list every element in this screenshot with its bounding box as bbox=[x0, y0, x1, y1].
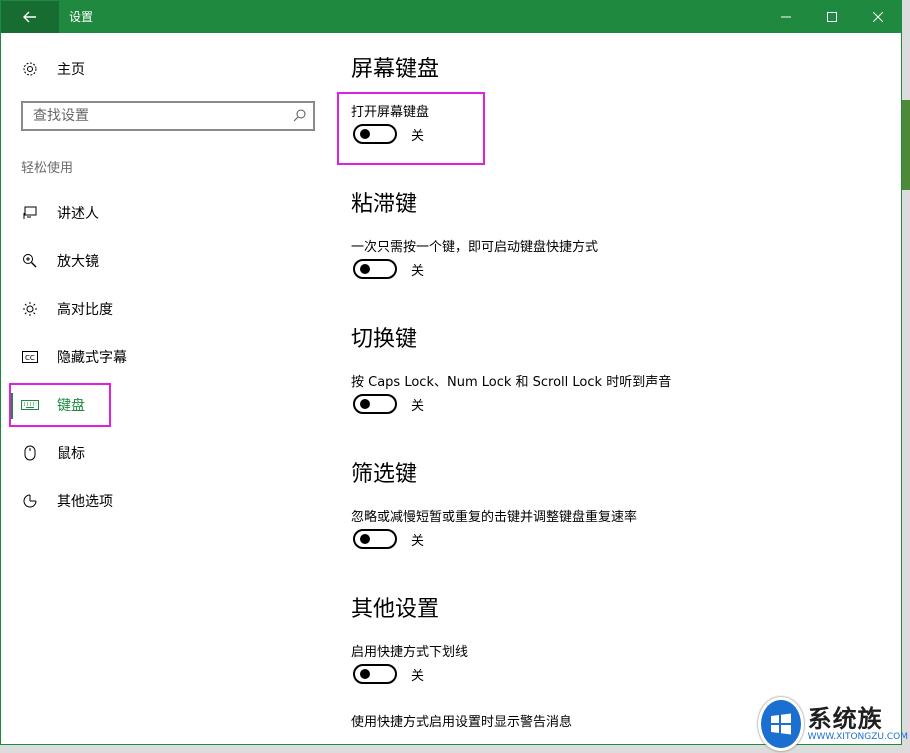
minimize-button[interactable] bbox=[763, 1, 809, 33]
sidebar-item-label: 隐藏式字幕 bbox=[57, 350, 127, 366]
group-desc: 忽略或减慢短暂或重复的击键并调整键盘重复速率 bbox=[351, 510, 638, 525]
toggle-knob bbox=[360, 669, 370, 679]
group-title: 筛选键 bbox=[351, 462, 418, 487]
shortcut-underline-toggle[interactable] bbox=[353, 664, 397, 684]
nav-home[interactable]: 主页 bbox=[21, 57, 85, 81]
gear-icon bbox=[21, 60, 39, 78]
sidebar-item-high-contrast[interactable]: 高对比度 bbox=[21, 297, 113, 321]
svg-text:CC: CC bbox=[25, 354, 35, 362]
group-toggle-keys: 切换键 按 Caps Lock、Num Lock 和 Scroll Lock 时… bbox=[351, 327, 671, 414]
group-title: 粘滞键 bbox=[351, 192, 418, 217]
sidebar-item-label: 高对比度 bbox=[57, 302, 113, 318]
group-on-screen-keyboard: 屏幕键盘 打开屏幕键盘 关 bbox=[351, 57, 440, 144]
sidebar-item-narrator[interactable]: 讲述人 bbox=[21, 201, 99, 225]
search-box[interactable] bbox=[21, 101, 315, 131]
mouse-icon bbox=[21, 444, 39, 462]
watermark-logo: 系统族 WWW.XITONGZU.COM bbox=[758, 697, 908, 751]
toggle-state: 关 bbox=[411, 263, 425, 279]
window-title: 设置 bbox=[69, 10, 94, 24]
group-sticky-keys: 粘滞键 一次只需按一个键，即可启动键盘快捷方式 关 bbox=[351, 192, 598, 279]
minimize-icon bbox=[781, 16, 791, 18]
group-title: 切换键 bbox=[351, 327, 418, 352]
settings-window: 设置 主页 轻松使用 讲述人 bbox=[0, 0, 902, 745]
group-filter-keys: 筛选键 忽略或减慢短暂或重复的击键并调整键盘重复速率 关 bbox=[351, 462, 637, 549]
maximize-icon bbox=[827, 12, 837, 22]
other-options-icon bbox=[21, 492, 39, 510]
sidebar-item-label: 放大镜 bbox=[57, 254, 99, 270]
sidebar-item-label: 讲述人 bbox=[57, 206, 99, 222]
section-label: 轻松使用 bbox=[21, 161, 74, 176]
group-desc: 按 Caps Lock、Num Lock 和 Scroll Lock 时听到声音 bbox=[351, 375, 672, 390]
sidebar-item-magnifier[interactable]: 放大镜 bbox=[21, 249, 99, 273]
high-contrast-icon bbox=[21, 300, 39, 318]
nav-home-label: 主页 bbox=[57, 62, 85, 78]
toggle-row: 关 bbox=[353, 664, 424, 684]
sidebar-item-label: 其他选项 bbox=[57, 494, 113, 510]
closed-captions-icon: CC bbox=[21, 348, 39, 366]
sidebar-item-other-options[interactable]: 其他选项 bbox=[21, 489, 113, 513]
toggle-keys-toggle[interactable] bbox=[353, 394, 397, 414]
close-button[interactable] bbox=[855, 1, 901, 33]
toggle-knob bbox=[360, 264, 370, 274]
narrator-icon bbox=[21, 204, 39, 222]
toggle-row: 关 bbox=[353, 529, 424, 549]
search-icon[interactable] bbox=[291, 107, 309, 125]
toggle-state: 关 bbox=[411, 533, 425, 549]
highlight-box-keyboard-toggle bbox=[337, 92, 485, 165]
toggle-knob bbox=[360, 399, 370, 409]
search-input[interactable] bbox=[23, 103, 293, 129]
watermark-url: WWW.XITONGZU.COM bbox=[807, 732, 908, 742]
sticky-keys-toggle[interactable] bbox=[353, 259, 397, 279]
back-button[interactable] bbox=[1, 1, 59, 33]
back-arrow-icon bbox=[23, 11, 36, 23]
group-desc: 启用快捷方式下划线 bbox=[351, 645, 469, 660]
sidebar-item-label: 鼠标 bbox=[57, 446, 85, 462]
toggle-state: 关 bbox=[411, 668, 425, 684]
sidebar-item-closed-captions[interactable]: CC 隐藏式字幕 bbox=[21, 345, 127, 369]
toggle-knob bbox=[360, 534, 370, 544]
sidebar-item-mouse[interactable]: 鼠标 bbox=[21, 441, 85, 465]
toggle-state: 关 bbox=[411, 398, 425, 414]
filter-keys-toggle[interactable] bbox=[353, 529, 397, 549]
group-title: 屏幕键盘 bbox=[351, 57, 440, 82]
highlight-box-keyboard-nav bbox=[9, 383, 111, 427]
windows-logo-icon bbox=[758, 697, 804, 751]
close-icon bbox=[873, 12, 883, 22]
maximize-button[interactable] bbox=[809, 1, 855, 33]
toggle-row: 关 bbox=[353, 394, 424, 414]
shortcut-warning-desc: 使用快捷方式启用设置时显示警告消息 bbox=[351, 715, 573, 730]
watermark-name: 系统族 bbox=[807, 705, 883, 733]
group-other-settings: 其他设置 启用快捷方式下划线 关 使用快捷方式启用设置时显示警告消息 bbox=[351, 597, 572, 730]
toggle-row: 关 bbox=[353, 259, 424, 279]
magnifier-icon bbox=[21, 252, 39, 270]
group-title: 其他设置 bbox=[351, 597, 440, 622]
group-desc: 一次只需按一个键，即可启动键盘快捷方式 bbox=[351, 240, 599, 255]
title-bar: 设置 bbox=[1, 1, 901, 33]
background-window bbox=[902, 100, 910, 190]
